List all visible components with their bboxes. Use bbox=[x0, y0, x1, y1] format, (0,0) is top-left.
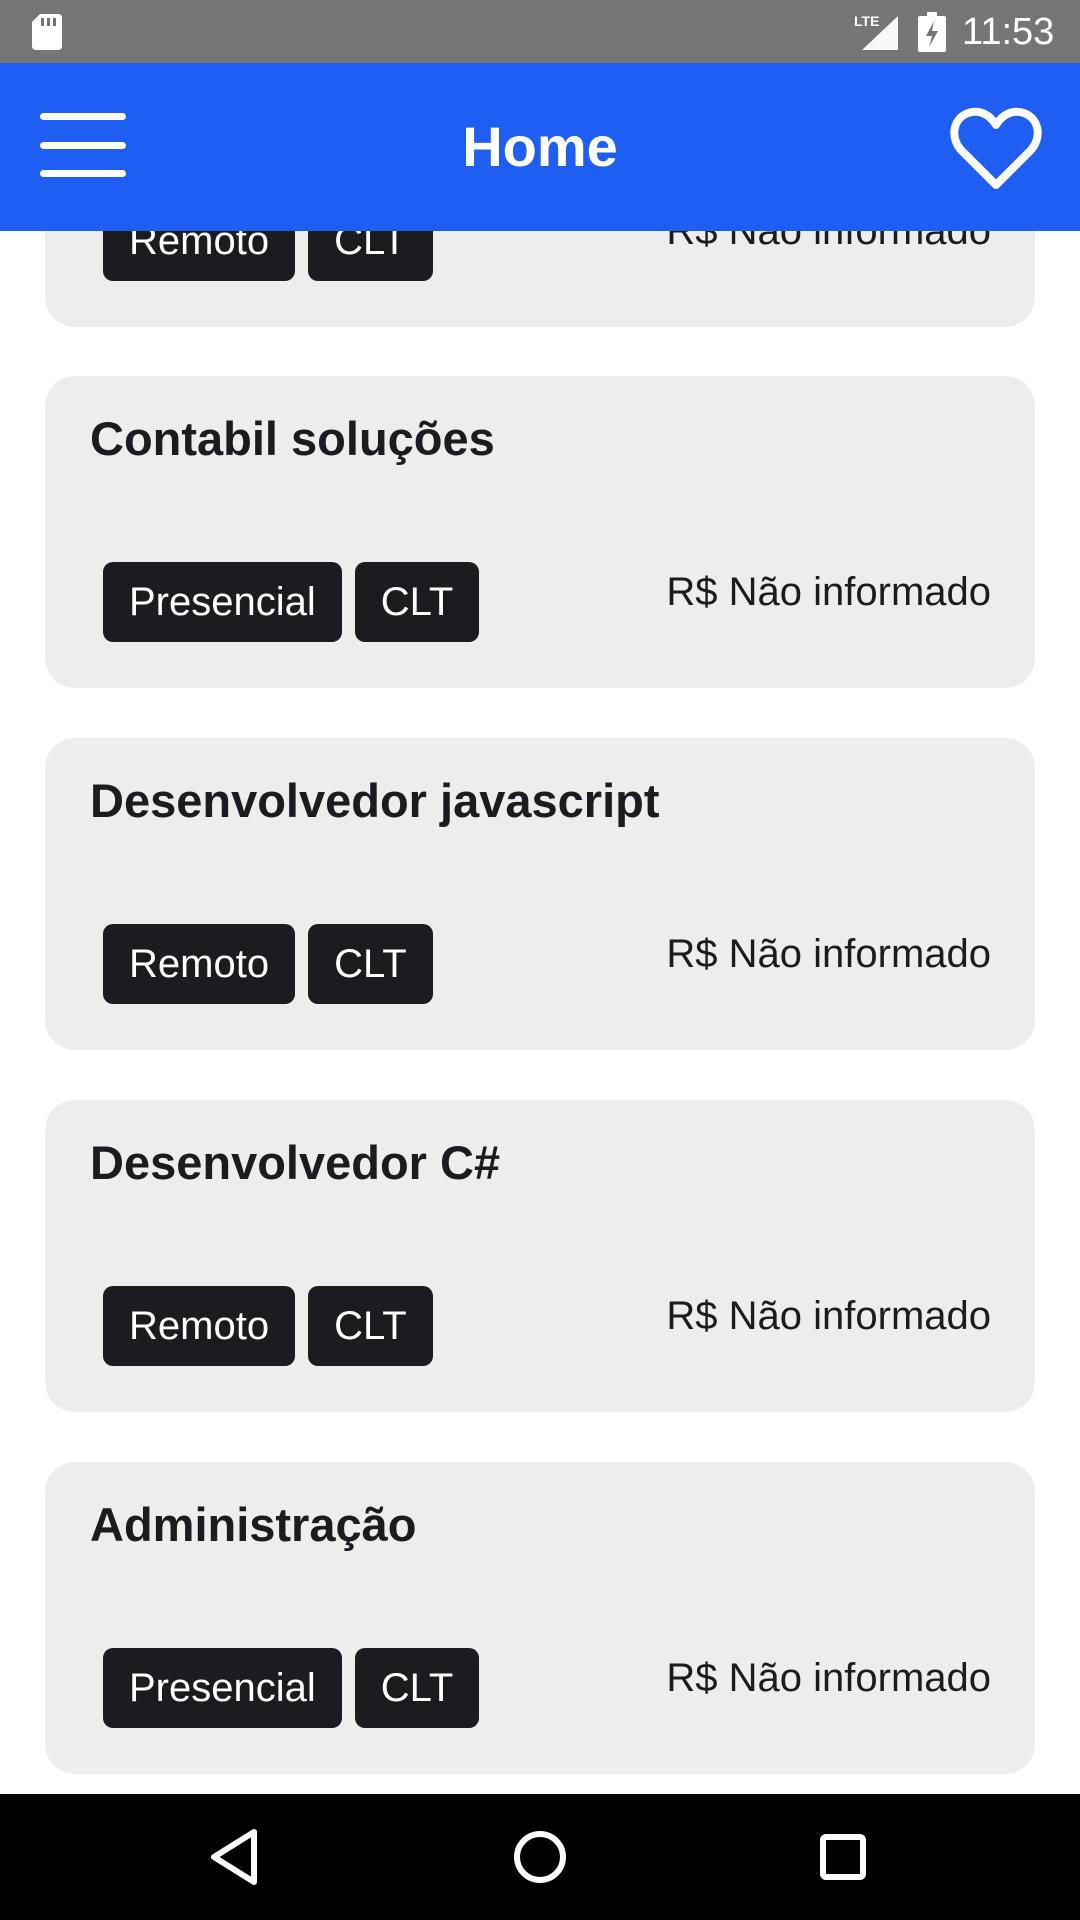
heart-outline-icon[interactable] bbox=[948, 103, 1044, 193]
home-icon[interactable] bbox=[505, 1824, 575, 1890]
job-title: Desenvolvedor javascript bbox=[90, 774, 660, 827]
lte-signal-icon: LTE bbox=[854, 13, 898, 50]
battery-charging-icon bbox=[918, 12, 946, 52]
job-card[interactable]: Desenvolvedor javascript Remoto CLT R$ N… bbox=[45, 738, 1035, 1050]
job-card[interactable]: Contabil soluções Presencial CLT R$ Não … bbox=[45, 376, 1035, 688]
job-title: Contabil soluções bbox=[90, 412, 495, 465]
job-card[interactable]: Administração Presencial CLT R$ Não info… bbox=[45, 1462, 1035, 1774]
svg-text:LTE: LTE bbox=[854, 13, 879, 29]
job-list[interactable]: Remoto CLT R$ Não informado Contabil sol… bbox=[0, 0, 1080, 1794]
contract-type-tag: CLT bbox=[354, 562, 480, 642]
job-title: Desenvolvedor C# bbox=[90, 1136, 501, 1189]
job-salary: R$ Não informado bbox=[666, 1656, 991, 1700]
sd-card-icon bbox=[32, 14, 62, 50]
job-salary: R$ Não informado bbox=[666, 932, 991, 976]
clock: 11:53 bbox=[962, 11, 1055, 53]
job-salary: R$ Não informado bbox=[666, 1294, 991, 1338]
job-title: Administração bbox=[90, 1498, 417, 1551]
job-tags: Remoto CLT bbox=[103, 1286, 433, 1366]
job-tags: Presencial CLT bbox=[103, 562, 480, 642]
recents-icon[interactable] bbox=[808, 1824, 878, 1890]
status-bar: LTE 11:53 bbox=[0, 0, 1080, 63]
app-bar: Home bbox=[0, 63, 1080, 231]
work-mode-tag: Presencial bbox=[103, 562, 342, 642]
contract-type-tag: CLT bbox=[308, 924, 433, 1004]
work-mode-tag: Remoto bbox=[103, 924, 296, 1004]
page-title: Home bbox=[462, 115, 618, 178]
job-card[interactable]: Desenvolvedor C# Remoto CLT R$ Não infor… bbox=[45, 1100, 1035, 1412]
back-icon[interactable] bbox=[200, 1824, 270, 1890]
contract-type-tag: CLT bbox=[308, 1286, 433, 1366]
work-mode-tag: Remoto bbox=[103, 1286, 296, 1366]
system-nav-bar bbox=[0, 1794, 1080, 1920]
contract-type-tag: CLT bbox=[354, 1648, 480, 1728]
work-mode-tag: Presencial bbox=[103, 1648, 342, 1728]
job-salary: R$ Não informado bbox=[666, 570, 991, 614]
job-tags: Presencial CLT bbox=[103, 1648, 480, 1728]
job-tags: Remoto CLT bbox=[103, 924, 433, 1004]
